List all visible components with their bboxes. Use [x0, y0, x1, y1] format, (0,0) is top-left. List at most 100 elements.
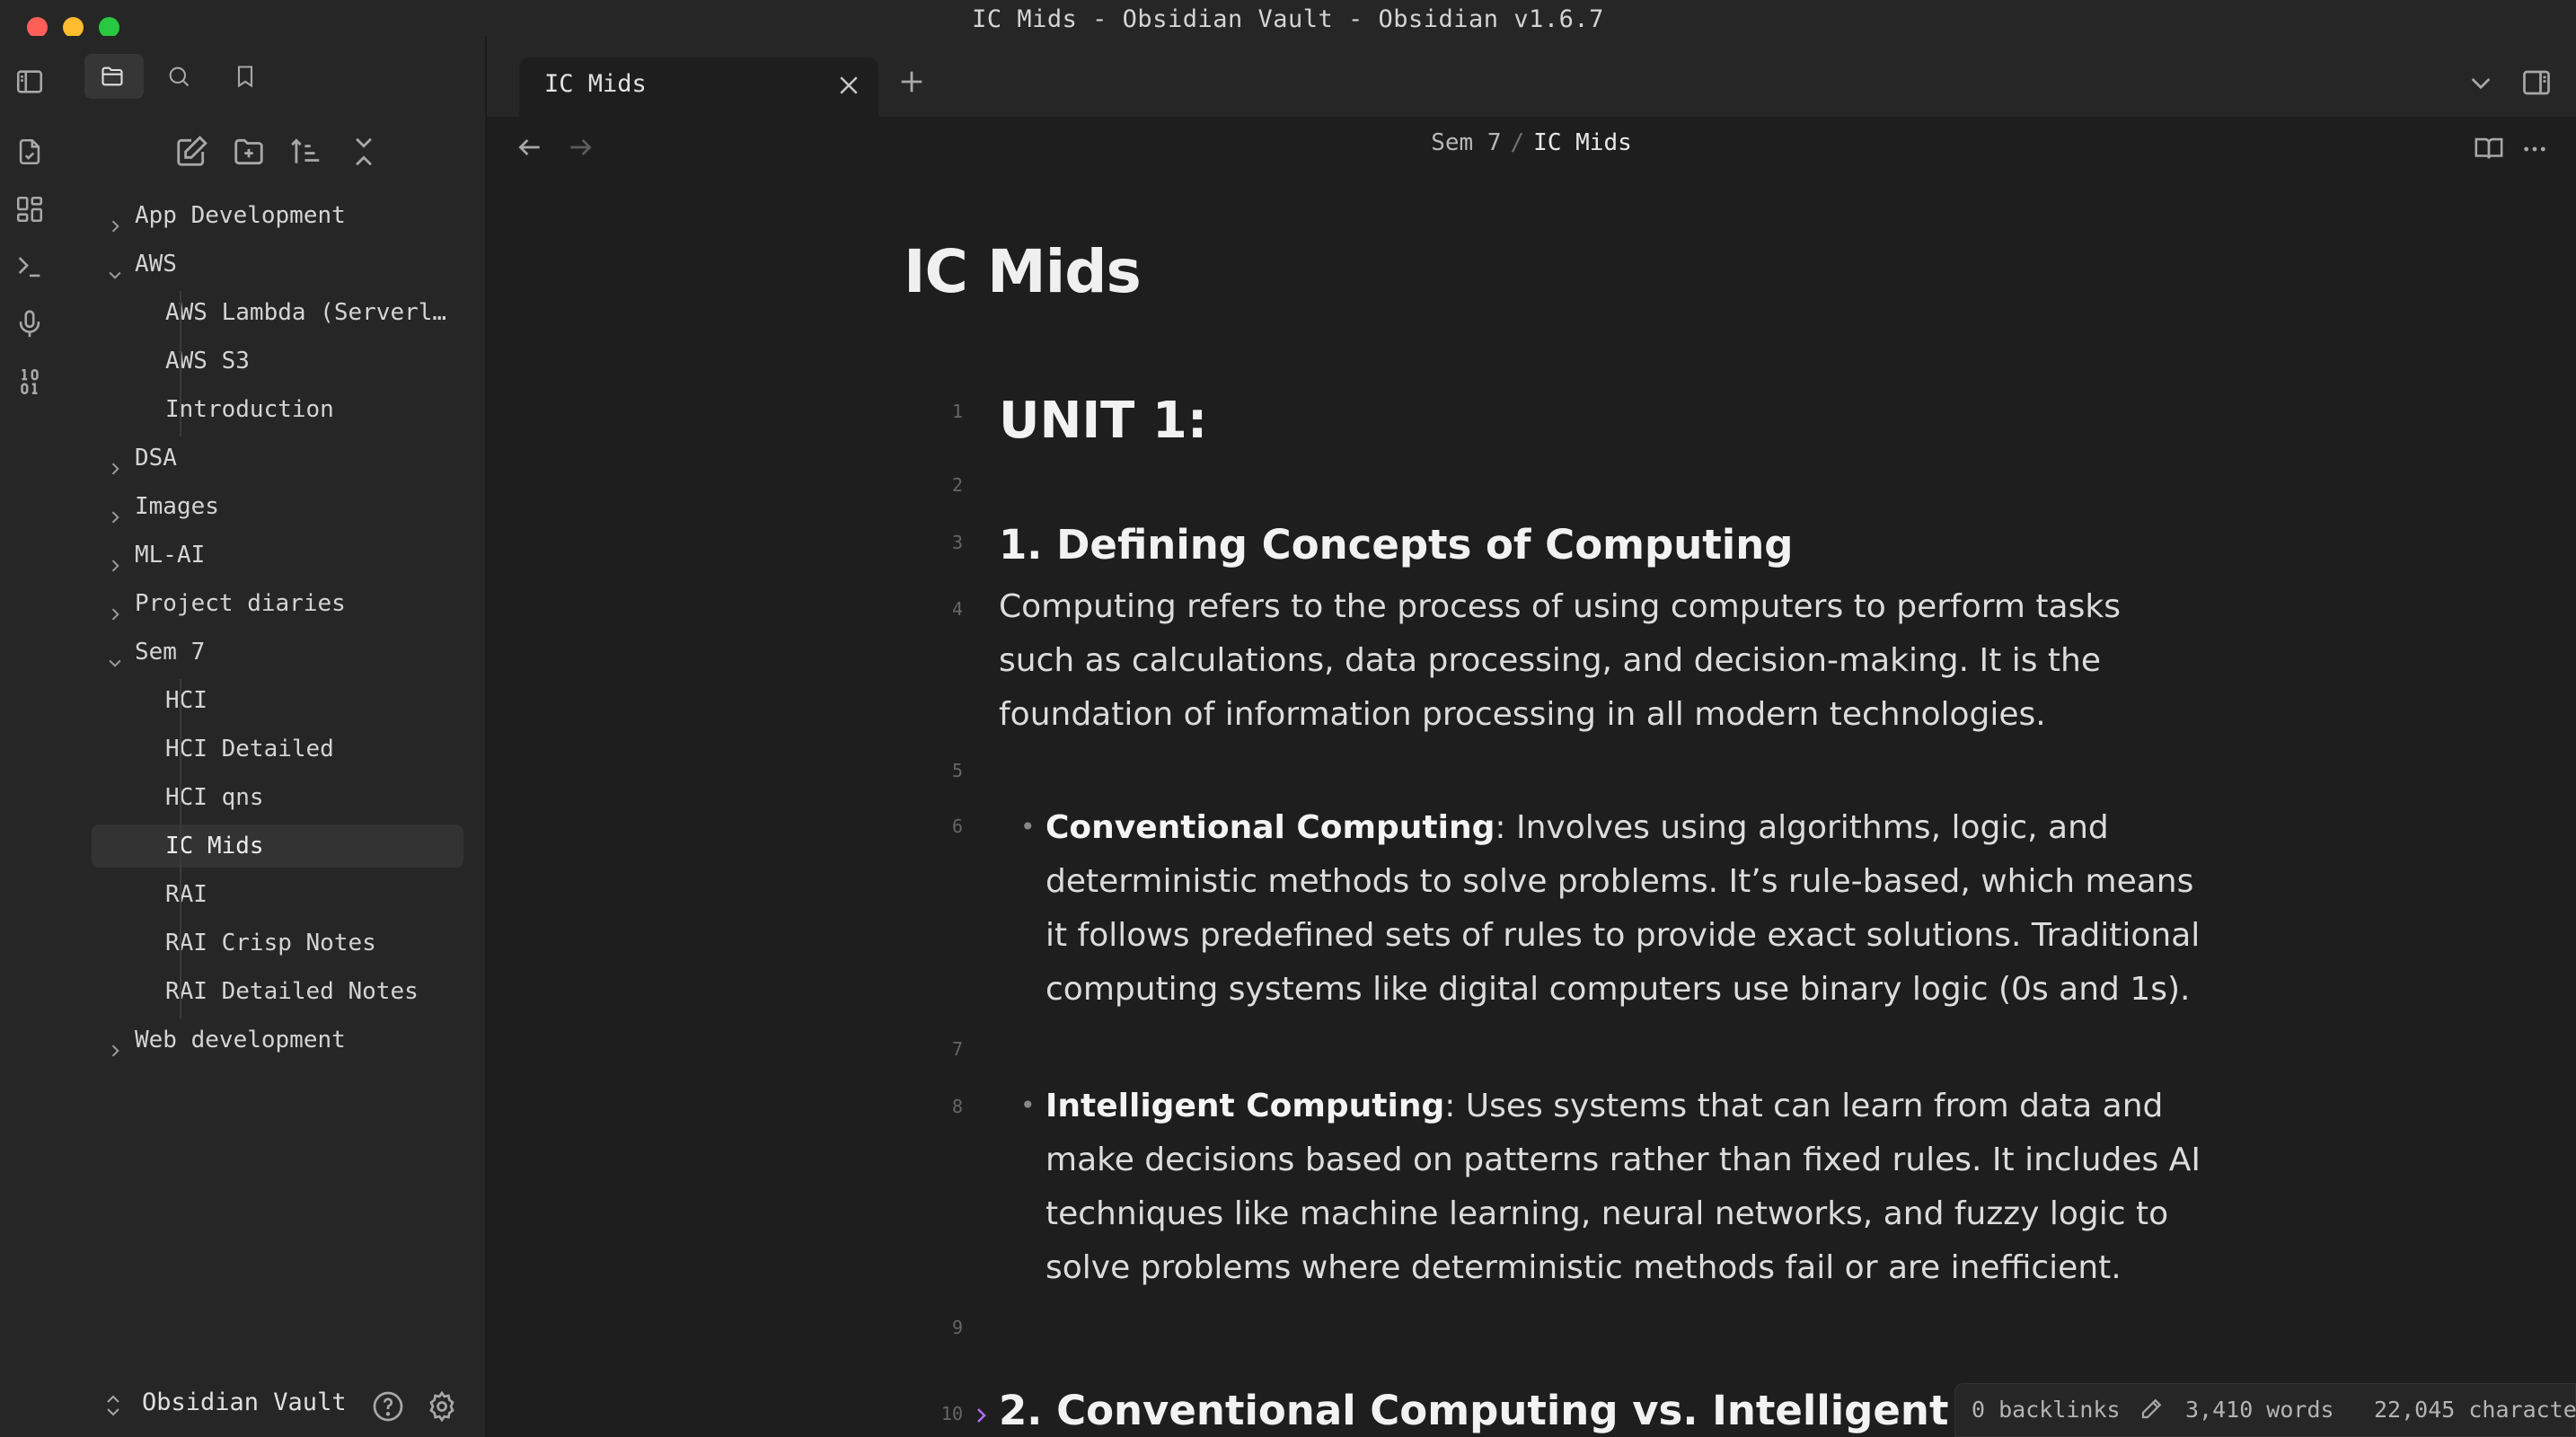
tree-folder[interactable]: Web development	[92, 1018, 463, 1062]
reading-view-icon[interactable]	[2474, 133, 2504, 162]
tree-file[interactable]: AWS S3	[92, 339, 463, 383]
bullet-marker: •	[1020, 1090, 1036, 1120]
microphone-icon[interactable]	[14, 309, 45, 339]
tab-list-chevron-icon[interactable]	[2466, 68, 2495, 97]
bullet-conventional-computing[interactable]: Conventional Computing: Involves using a…	[1045, 801, 2213, 1017]
line-number: 4	[951, 598, 963, 620]
tree-file[interactable]: RAI Crisp Notes	[92, 921, 463, 965]
tree-file[interactable]: Introduction	[92, 388, 463, 431]
chevron-down-icon[interactable]	[106, 643, 124, 667]
tree-item-label: RAI Crisp Notes	[165, 930, 376, 957]
line-number: 9	[951, 1317, 963, 1338]
chevron-down-icon[interactable]	[106, 255, 124, 279]
close-tab-icon[interactable]	[835, 72, 862, 99]
tree-item-label: App Development	[135, 202, 346, 229]
collapse-all-icon[interactable]	[347, 135, 381, 169]
tree-item-label: RAI	[165, 881, 207, 908]
tree-item-label: ML-AI	[135, 542, 206, 569]
tree-item-label: AWS S3	[165, 348, 250, 375]
paragraph[interactable]: Computing refers to the process of using…	[999, 580, 2184, 742]
bullet-term: Intelligent Computing	[1045, 1088, 1445, 1124]
tree-file[interactable]: RAI	[92, 873, 463, 916]
command-palette-icon[interactable]	[14, 251, 45, 282]
tree-file[interactable]: HCI Detailed	[92, 727, 463, 771]
breadcrumb-folder[interactable]: Sem 7	[1431, 129, 1501, 156]
chevron-right-icon[interactable]	[106, 449, 124, 475]
line-number: 5	[951, 760, 963, 781]
sort-order-icon[interactable]	[289, 135, 323, 169]
new-folder-icon[interactable]	[232, 135, 266, 169]
vault-switcher-icon[interactable]	[102, 1392, 124, 1419]
canvas-icon[interactable]	[14, 194, 45, 225]
vault-bar: Obsidian Vault	[68, 1383, 485, 1437]
tree-folder[interactable]: Sem 7	[92, 630, 463, 674]
tree-file[interactable]: HCI qns	[92, 776, 463, 819]
section-heading-1[interactable]: 1. Defining Concepts of Computing	[999, 521, 1793, 569]
indent-guide	[180, 679, 181, 1018]
tree-item-label: DSA	[135, 445, 177, 472]
bullet-intelligent-computing[interactable]: Intelligent Computing: Uses systems that…	[1045, 1080, 2213, 1295]
new-note-icon[interactable]	[174, 135, 208, 169]
tree-folder[interactable]: DSA	[92, 436, 463, 480]
unit-heading[interactable]: UNIT 1:	[999, 392, 1207, 450]
bullet-term: Conventional Computing	[1045, 809, 1495, 846]
right-sidebar-toggle-icon[interactable]	[2520, 66, 2553, 97]
tab-bookmarks[interactable]	[217, 54, 277, 99]
tree-file[interactable]: HCI	[92, 679, 463, 722]
tree-folder[interactable]: AWS	[92, 242, 463, 286]
binary-icon[interactable]	[14, 366, 45, 397]
indent-guide	[180, 291, 181, 436]
fold-chevron-icon[interactable]	[970, 1405, 992, 1426]
breadcrumb-current[interactable]: IC Mids	[1533, 129, 1632, 156]
tab-search[interactable]	[151, 54, 210, 99]
chevron-right-icon[interactable]	[106, 595, 124, 621]
tree-item-label: RAI Detailed Notes	[165, 978, 419, 1005]
tree-file[interactable]: AWS Lambda (Serverl…	[92, 291, 463, 334]
tree-folder[interactable]: Project diaries	[92, 582, 463, 625]
bullet-marker: •	[1020, 812, 1036, 842]
ribbon	[0, 36, 68, 1437]
line-number: 2	[951, 474, 963, 496]
search-icon	[169, 66, 190, 87]
tree-folder[interactable]: App Development	[92, 194, 463, 237]
chevron-right-icon[interactable]	[106, 207, 124, 233]
vault-name[interactable]: Obsidian Vault	[142, 1389, 347, 1416]
line-number: 3	[951, 532, 963, 553]
tab-ic-mids[interactable]: IC Mids	[519, 57, 878, 117]
new-tab-icon[interactable]	[896, 66, 927, 97]
bookmark-icon	[237, 66, 253, 88]
more-options-icon[interactable]	[2520, 135, 2549, 162]
file-explorer-actions	[68, 135, 485, 174]
help-icon[interactable]	[372, 1390, 404, 1423]
chevron-right-icon[interactable]	[106, 1031, 124, 1057]
sidebar-toggle-icon[interactable]	[14, 66, 45, 97]
tree-file[interactable]: RAI Detailed Notes	[92, 970, 463, 1013]
open-quick-switcher-icon[interactable]	[14, 137, 45, 167]
note-editor[interactable]: IC Mids 1 UNIT 1: 2 3 1. Defining Concep…	[487, 180, 2576, 1437]
tree-folder[interactable]: ML-AI	[92, 533, 463, 577]
tree-item-label: AWS	[135, 251, 177, 278]
word-count: 3,410 words	[2185, 1397, 2334, 1423]
tree-item-label: Web development	[135, 1027, 346, 1054]
note-title[interactable]: IC Mids	[904, 237, 1142, 306]
line-number: 6	[951, 815, 963, 837]
file-explorer-sidebar: App Development AWS AWS Lambda (Serverl… AW…	[68, 36, 485, 1437]
chevron-right-icon[interactable]	[106, 546, 124, 572]
tree-file[interactable]: IC Mids	[92, 824, 463, 868]
tree-item-label: Project diaries	[135, 590, 346, 617]
sidebar-tab-row	[68, 54, 485, 99]
edit-mode-icon[interactable]	[2139, 1395, 2166, 1422]
tab-file-explorer[interactable]	[84, 54, 144, 99]
settings-gear-icon[interactable]	[426, 1390, 458, 1423]
tree-item-label: Introduction	[165, 396, 334, 423]
breadcrumb: Sem 7 / IC Mids	[487, 129, 2576, 156]
chevron-right-icon[interactable]	[106, 498, 124, 524]
tree-item-label: HCI	[165, 687, 207, 714]
backlinks-count[interactable]: 0 backlinks	[1972, 1397, 2121, 1423]
tree-folder[interactable]: Images	[92, 485, 463, 528]
status-bar: 0 backlinks 3,410 words 22,045 character…	[1954, 1383, 2576, 1437]
tab-strip: IC Mids	[487, 36, 2576, 117]
folder-icon	[101, 66, 123, 86]
title-bar: IC Mids - Obsidian Vault - Obsidian v1.6…	[0, 0, 2576, 38]
breadcrumb-separator: /	[1510, 129, 1525, 156]
